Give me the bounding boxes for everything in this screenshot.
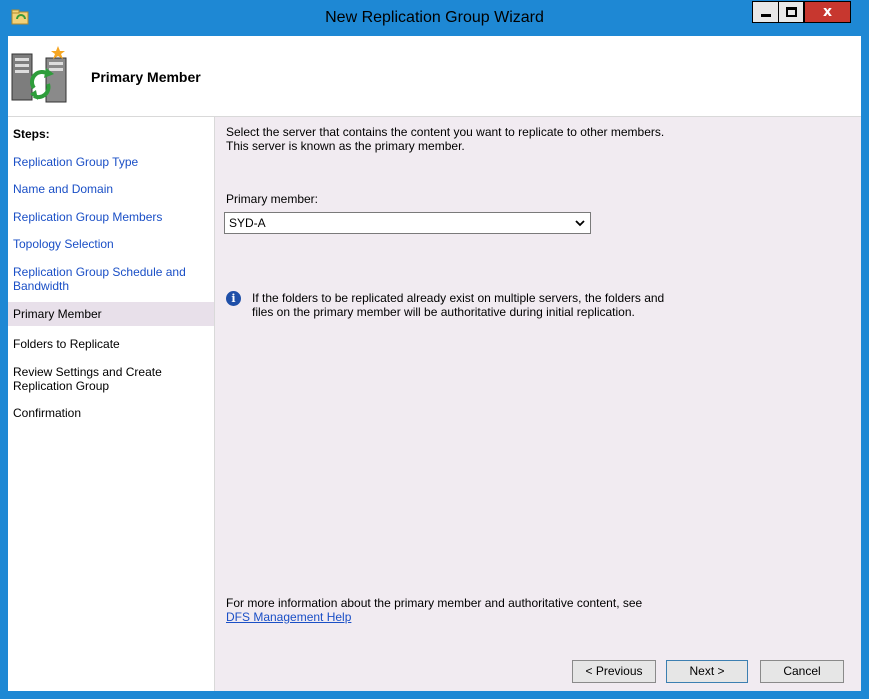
- instructions-line-1: Select the server that contains the cont…: [226, 125, 665, 139]
- window-title: New Replication Group Wizard: [325, 9, 544, 26]
- step-confirmation: Confirmation: [13, 406, 82, 420]
- instructions-line-2: This server is known as the primary memb…: [226, 139, 465, 153]
- step-schedule-and-bandwidth[interactable]: Replication Group Schedule and Bandwidth: [8, 265, 198, 293]
- close-icon: x: [822, 4, 833, 20]
- chevron-down-icon: [575, 220, 585, 227]
- step-topology-selection[interactable]: Topology Selection: [8, 237, 214, 251]
- info-line-2: files on the primary member will be auth…: [252, 305, 635, 319]
- step-primary-member: Primary Member: [8, 302, 214, 326]
- primary-member-dropdown[interactable]: SYD-A: [224, 212, 591, 234]
- step-review-settings: Review Settings and Create Replication G…: [13, 365, 162, 393]
- step-name-and-domain[interactable]: Name and Domain: [8, 182, 214, 196]
- info-line-1: If the folders to be replicated already …: [252, 291, 665, 305]
- info-icon: i: [226, 291, 241, 306]
- steps-heading: Steps:: [13, 127, 50, 141]
- wizard-header: Primary Member: [8, 36, 861, 117]
- previous-button[interactable]: < Previous: [572, 660, 656, 683]
- page-title: Primary Member: [91, 69, 201, 85]
- info-message: If the folders to be replicated already …: [252, 291, 712, 319]
- step-replication-group-members[interactable]: Replication Group Members: [8, 210, 214, 224]
- cancel-button[interactable]: Cancel: [760, 660, 844, 683]
- primary-member-value: SYD-A: [229, 216, 266, 230]
- maximize-button[interactable]: [778, 1, 804, 23]
- server-replication-icon: [11, 46, 67, 103]
- primary-member-label: Primary member:: [226, 192, 319, 206]
- minimize-button[interactable]: [752, 1, 779, 23]
- minimize-icon: [761, 14, 771, 17]
- steps-panel: Steps: Replication Group Type Name and D…: [8, 117, 215, 691]
- close-button[interactable]: x: [804, 1, 851, 23]
- dfs-help-link[interactable]: DFS Management Help: [226, 610, 351, 624]
- more-info-text: For more information about the primary m…: [226, 596, 643, 610]
- instructions-text: Select the server that contains the cont…: [226, 125, 826, 153]
- next-button[interactable]: Next >: [666, 660, 748, 683]
- step-replication-group-type[interactable]: Replication Group Type: [8, 155, 214, 169]
- wizard-window: New Replication Group Wizard x Primary M…: [0, 0, 869, 699]
- title-bar[interactable]: New Replication Group Wizard x: [0, 0, 869, 36]
- wizard-body: Primary Member Steps: Replication Group …: [8, 36, 861, 691]
- maximize-icon: [786, 7, 797, 17]
- content-panel: Select the server that contains the cont…: [215, 117, 861, 691]
- step-folders-to-replicate: Folders to Replicate: [13, 337, 120, 351]
